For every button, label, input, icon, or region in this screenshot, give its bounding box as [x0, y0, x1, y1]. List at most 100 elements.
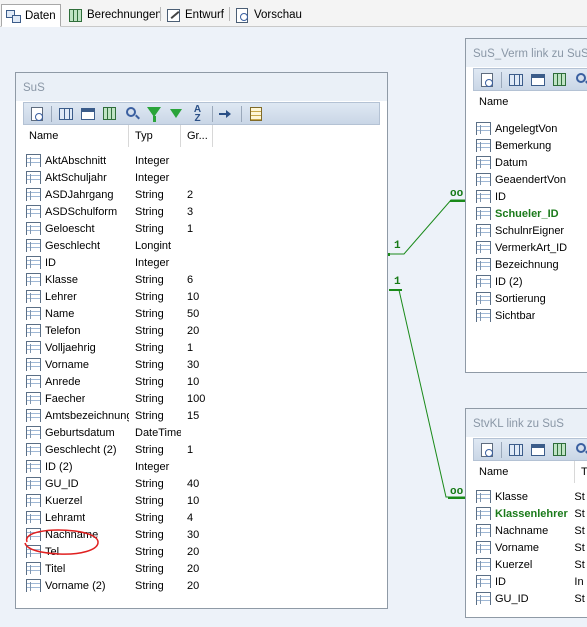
field-row[interactable]: Amtsbezeichnung String 15 [23, 407, 380, 424]
preview-button[interactable] [477, 441, 496, 459]
preview-button[interactable] [477, 71, 496, 89]
tab-berechnungen[interactable]: Berechnungen [64, 4, 166, 26]
field-row[interactable]: Klasse String 6 [23, 271, 380, 288]
field-row[interactable]: AngelegtVon [473, 120, 587, 137]
form-view-button[interactable] [528, 441, 547, 459]
field-row[interactable]: Vorname St [473, 539, 587, 556]
form-view-button[interactable] [78, 105, 97, 123]
field-name-cell: GU_ID [473, 592, 568, 605]
field-row[interactable]: ID In [473, 573, 587, 590]
field-row[interactable]: Geschlecht Longint [23, 237, 380, 254]
field-row[interactable]: ID [473, 188, 587, 205]
tab-divider [229, 7, 230, 21]
field-row[interactable]: ASDSchulform String 3 [23, 203, 380, 220]
column-header-size[interactable]: Gr... [181, 125, 213, 147]
field-row[interactable]: Schueler_ID [473, 205, 587, 222]
tab-vorschau[interactable]: Vorschau [231, 4, 306, 26]
field-row[interactable]: Name String 50 [23, 305, 380, 322]
field-row[interactable]: VermerkArt_ID [473, 239, 587, 256]
field-row[interactable]: AktSchuljahr Integer [23, 169, 380, 186]
field-icon [26, 477, 41, 490]
column-header-name[interactable]: Name [473, 461, 575, 483]
tab-entwurf[interactable]: Entwurf [162, 4, 228, 26]
field-row[interactable]: Vorname String 30 [23, 356, 380, 373]
field-row[interactable]: Lehramt String 4 [23, 509, 380, 526]
field-row[interactable]: Vorname (2) String 20 [23, 577, 380, 594]
search-button[interactable] [122, 105, 141, 123]
field-row[interactable]: Telefon String 20 [23, 322, 380, 339]
field-row[interactable]: GeaendertVon [473, 171, 587, 188]
table-window-title[interactable]: SuS_Verm link zu SuS [466, 39, 587, 67]
field-row[interactable]: Bemerkung [473, 137, 587, 154]
field-row[interactable]: Sortierung [473, 290, 587, 307]
field-name-cell: Vorname (2) [23, 579, 129, 592]
column-header-type[interactable]: T [575, 461, 587, 483]
relation-line-stvkl[interactable] [389, 289, 465, 499]
form-view-button[interactable] [528, 71, 547, 89]
field-row[interactable]: Klasse St [473, 488, 587, 505]
search-button[interactable] [572, 71, 587, 89]
field-row[interactable]: ID Integer [23, 254, 380, 271]
data-model-canvas[interactable]: 1 oo 1 oo SuS AZ Name Typ Gr... AktAbsch… [0, 27, 587, 627]
table-window-stvkl[interactable]: StvKL link zu SuS Name T Klasse St Klassen… [465, 408, 587, 618]
field-size: 100 [187, 392, 206, 405]
field-icon [26, 375, 41, 388]
field-row[interactable]: Geburtsdatum DateTime [23, 424, 380, 441]
field-icon [26, 307, 41, 320]
table-view-button[interactable] [506, 441, 525, 459]
field-name-cell: Sortierung [473, 292, 587, 305]
field-row[interactable]: Geloescht String 1 [23, 220, 380, 237]
filter-search-button[interactable] [166, 105, 185, 123]
field-row[interactable]: Faecher String 100 [23, 390, 380, 407]
search-icon [575, 442, 586, 453]
field-name-cell: SchulnrEigner [473, 224, 587, 237]
calculation-button[interactable] [550, 71, 569, 89]
link-button[interactable] [217, 105, 236, 123]
field-type: Integer [135, 460, 170, 473]
search-button[interactable] [572, 441, 587, 459]
field-name: Telefon [45, 324, 81, 337]
table-view-button[interactable] [506, 71, 525, 89]
notes-button[interactable] [246, 105, 265, 123]
field-row[interactable]: ID (2) [473, 273, 587, 290]
field-row[interactable]: Datum [473, 154, 587, 171]
field-row[interactable]: Geschlecht (2) String 1 [23, 441, 380, 458]
field-row[interactable]: Kuerzel String 10 [23, 492, 380, 509]
field-size: 10 [187, 290, 200, 303]
field-row[interactable]: Lehrer String 10 [23, 288, 380, 305]
tab-daten[interactable]: Daten [1, 4, 61, 27]
tab-label: Entwurf [185, 9, 224, 21]
field-name: Vorname (2) [45, 579, 106, 592]
field-type: Integer [135, 171, 170, 184]
filter-button[interactable] [144, 105, 163, 123]
field-row[interactable]: Anrede String 10 [23, 373, 380, 390]
field-row[interactable]: AktAbschnitt Integer [23, 152, 380, 169]
highlight-annotation [24, 529, 99, 555]
field-row[interactable]: Kuerzel St [473, 556, 587, 573]
field-row[interactable]: Bezeichnung [473, 256, 587, 273]
sort-button[interactable]: AZ [188, 104, 207, 123]
field-icon [26, 239, 41, 252]
field-row[interactable]: Volljaehrig String 1 [23, 339, 380, 356]
preview-button[interactable] [27, 105, 46, 123]
table-window-sus-verm[interactable]: SuS_Verm link zu SuS Name AngelegtVon Bem… [465, 38, 587, 373]
calculation-button[interactable] [550, 441, 569, 459]
column-header-name[interactable]: Name [473, 91, 587, 113]
column-header-name[interactable]: Name [23, 125, 129, 147]
field-size: 1 [187, 222, 194, 235]
column-header-type[interactable]: Typ [129, 125, 181, 147]
table-window-title[interactable]: StvKL link zu SuS [466, 409, 587, 437]
field-row[interactable]: Klassenlehrer St [473, 505, 587, 522]
table-window-sus[interactable]: SuS AZ Name Typ Gr... AktAbschnitt Intege… [15, 72, 388, 609]
field-row[interactable]: Titel String 20 [23, 560, 380, 577]
calculation-button[interactable] [100, 105, 119, 123]
table-view-button[interactable] [56, 105, 75, 123]
field-row[interactable]: SchulnrEigner [473, 222, 587, 239]
field-row[interactable]: Nachname St [473, 522, 587, 539]
field-row[interactable]: ASDJahrgang String 2 [23, 186, 380, 203]
field-row[interactable]: GU_ID String 40 [23, 475, 380, 492]
table-window-title[interactable]: SuS [16, 73, 387, 101]
field-row[interactable]: Sichtbar [473, 307, 587, 324]
field-row[interactable]: ID (2) Integer [23, 458, 380, 475]
field-row[interactable]: GU_ID St [473, 590, 587, 607]
